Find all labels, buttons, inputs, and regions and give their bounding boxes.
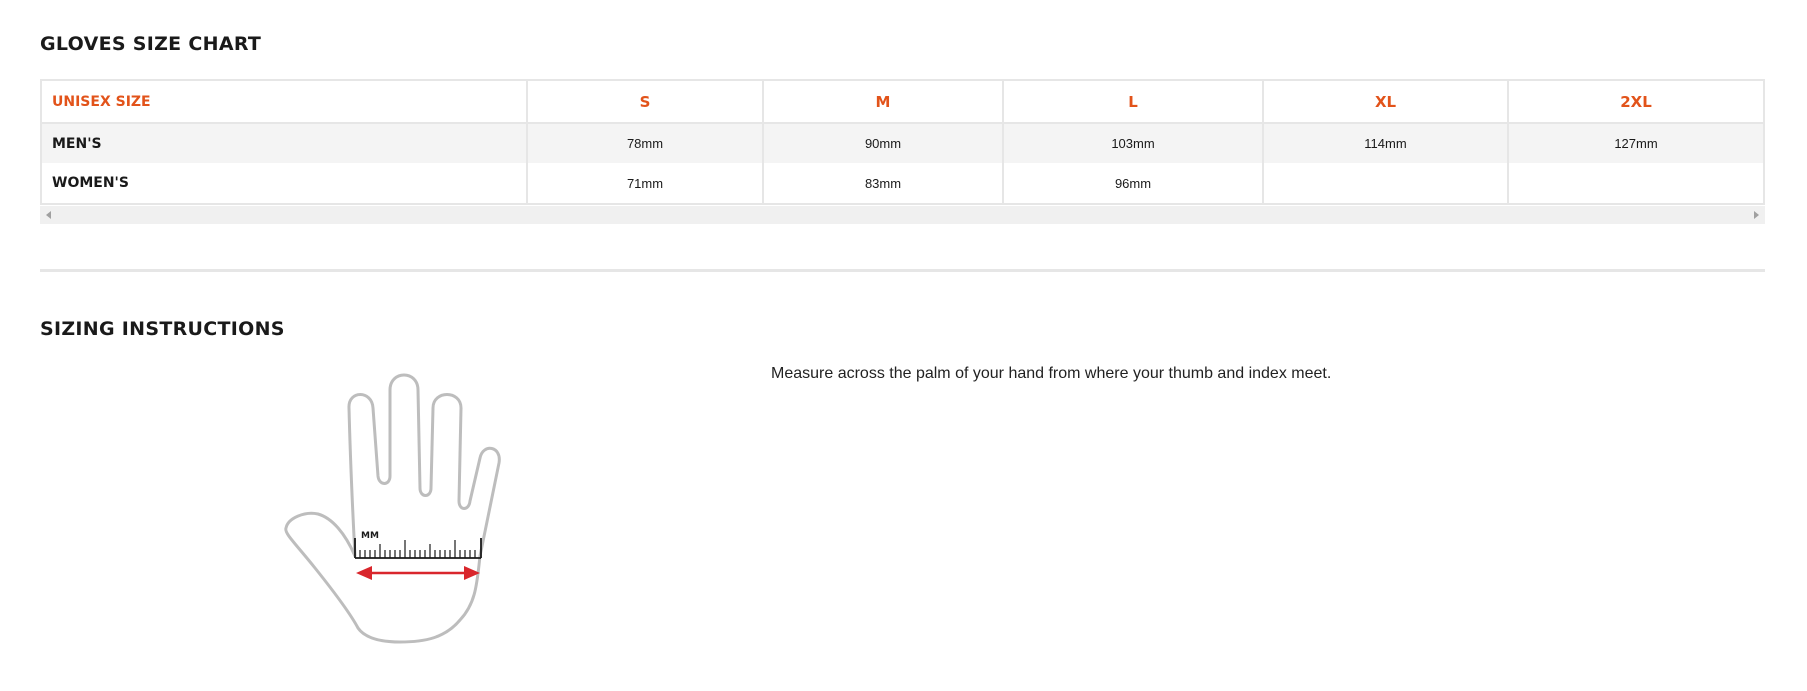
size-table-container: UNISEX SIZE S M L XL 2XL MEN'S 78mm 90mm… (40, 79, 1765, 205)
hand-measurement-icon: MM (284, 373, 501, 644)
sizing-instructions-title: SIZING INSTRUCTIONS (40, 318, 285, 340)
size-chart-title: GLOVES SIZE CHART (40, 33, 262, 55)
table-cell: 96mm (1003, 163, 1264, 203)
header-unisex-size: UNISEX SIZE (42, 81, 528, 124)
table-cell: 114mm (1263, 123, 1509, 163)
size-table: UNISEX SIZE S M L XL 2XL MEN'S 78mm 90mm… (42, 81, 1763, 203)
header-size-m: M (763, 81, 1004, 124)
table-cell: 90mm (763, 123, 1004, 163)
table-header-row: UNISEX SIZE S M L XL 2XL (42, 81, 1763, 124)
table-cell: 103mm (1003, 123, 1264, 163)
table-row-womens: WOMEN'S 71mm 83mm 96mm (42, 163, 1763, 203)
header-size-2xl: 2XL (1508, 81, 1763, 124)
hand-outline (284, 373, 501, 644)
section-divider (40, 269, 1765, 272)
triangle-left-icon[interactable] (46, 211, 51, 219)
ruler-unit-label: MM (361, 531, 379, 541)
table-row-mens: MEN'S 78mm 90mm 103mm 114mm 127mm (42, 123, 1763, 163)
page: GLOVES SIZE CHART UNISEX SIZE S M L XL 2… (0, 0, 1807, 691)
triangle-right-icon[interactable] (1754, 211, 1759, 219)
table-cell: 127mm (1614, 136, 1658, 151)
sizing-instruction-text: Measure across the palm of your hand fro… (771, 365, 1332, 382)
table-horizontal-scrollbar[interactable] (40, 206, 1765, 224)
table-cell: 83mm (763, 163, 1004, 203)
header-size-l: L (1003, 81, 1264, 124)
table-cell: 78mm (527, 123, 764, 163)
table-cell: 71mm (527, 163, 764, 203)
table-cell (1263, 163, 1509, 203)
header-size-xl: XL (1263, 81, 1509, 124)
row-label-mens: MEN'S (42, 123, 528, 163)
header-size-s: S (527, 81, 764, 124)
table-cell (1508, 163, 1763, 203)
row-label-womens: WOMEN'S (42, 163, 528, 203)
